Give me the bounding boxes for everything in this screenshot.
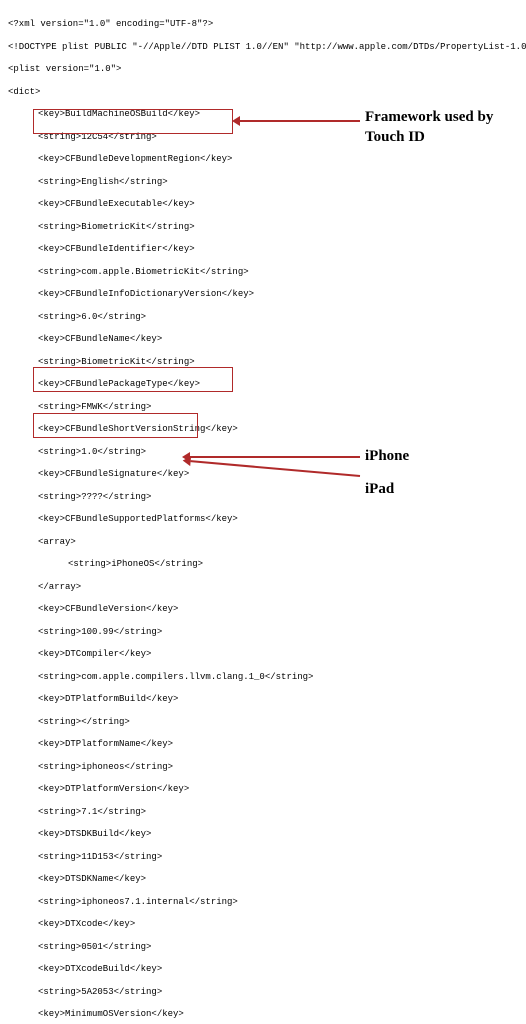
code-line: <array>	[8, 537, 518, 548]
dict-open: <dict>	[8, 87, 518, 98]
code-line: </array>	[8, 582, 518, 593]
code-line: <key>DTSDKName</key>	[8, 874, 518, 885]
code-line: <key>CFBundleSignature</key>	[8, 469, 518, 480]
annotation-text: Framework used by	[365, 109, 493, 125]
code-line: <key>CFBundleSupportedPlatforms</key>	[8, 514, 518, 525]
annotation-framework-label: Framework used by Touch ID	[365, 108, 493, 147]
code-line: <key>MinimumOSVersion</key>	[8, 1009, 518, 1020]
code-line: <key>DTPlatformVersion</key>	[8, 784, 518, 795]
code-line: <key>CFBundleName</key>	[8, 334, 518, 345]
code-line: <key>DTPlatformName</key>	[8, 739, 518, 750]
code-line: <string>English</string>	[8, 177, 518, 188]
code-line: <string>11D153</string>	[8, 852, 518, 863]
code-line: <key>CFBundlePackageType</key>	[8, 379, 518, 390]
code-line: <string>FMWK</string>	[8, 402, 518, 413]
code-line: <key>DTSDKBuild</key>	[8, 829, 518, 840]
code-line: <key>DTXcode</key>	[8, 919, 518, 930]
plist-source: <?xml version="1.0" encoding="UTF-8"?> <…	[8, 8, 518, 1024]
code-line: <string>????</string>	[8, 492, 518, 503]
code-line: <string>com.apple.compilers.llvm.clang.1…	[8, 672, 518, 683]
code-line: <string></string>	[8, 717, 518, 728]
code-line: <key>CFBundleDevelopmentRegion</key>	[8, 154, 518, 165]
annotation-iphone-label: iPhone	[365, 447, 409, 467]
code-line: <key>CFBundleVersion</key>	[8, 604, 518, 615]
plist-open: <plist version="1.0">	[8, 64, 518, 75]
code-line: <string>100.99</string>	[8, 627, 518, 638]
code-line: <string>6.0</string>	[8, 312, 518, 323]
code-line: <string>iphoneos</string>	[8, 762, 518, 773]
code-line: <key>CFBundleShortVersionString</key>	[8, 424, 518, 435]
code-line: <string>BiometricKit</string>	[8, 222, 518, 233]
code-line: <key>DTCompiler</key>	[8, 649, 518, 660]
annotation-text: Touch ID	[365, 129, 425, 145]
code-line: <string>0501</string>	[8, 942, 518, 953]
code-line: <string>5A2053</string>	[8, 987, 518, 998]
code-line: <string>com.apple.BiometricKit</string>	[8, 267, 518, 278]
code-line: <string>1.0</string>	[8, 447, 518, 458]
code-line: <key>DTPlatformBuild</key>	[8, 694, 518, 705]
code-line: <string>iPhoneOS</string>	[8, 559, 518, 570]
code-line: <key>CFBundleIdentifier</key>	[8, 244, 518, 255]
code-line: <key>CFBundleExecutable</key>	[8, 199, 518, 210]
annotation-ipad-label: iPad	[365, 480, 394, 500]
code-line: <string>7.1</string>	[8, 807, 518, 818]
code-line: <key>DTXcodeBuild</key>	[8, 964, 518, 975]
code-line: <string>BiometricKit</string>	[8, 357, 518, 368]
code-line: <key>CFBundleInfoDictionaryVersion</key>	[8, 289, 518, 300]
xml-decl: <?xml version="1.0" encoding="UTF-8"?>	[8, 19, 518, 30]
doctype: <!DOCTYPE plist PUBLIC "-//Apple//DTD PL…	[8, 42, 518, 53]
code-line: <string>iphoneos7.1.internal</string>	[8, 897, 518, 908]
